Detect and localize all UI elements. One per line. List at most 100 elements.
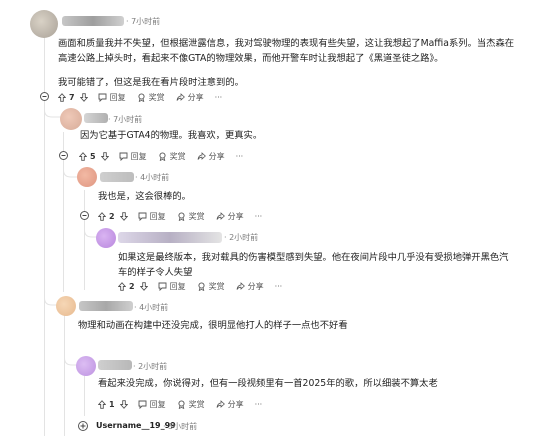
- share-icon: [176, 92, 185, 101]
- upvote-icon[interactable]: [118, 281, 126, 291]
- thread-line-level2b: [64, 312, 65, 436]
- share-label: 分享: [187, 92, 204, 102]
- comment-line: 因为它基于GTA4的物理。我喜欢，更真实。: [80, 130, 263, 141]
- more-options-button[interactable]: ···: [255, 212, 263, 221]
- upvote-icon[interactable]: [98, 399, 106, 409]
- share-label: 分享: [247, 281, 264, 291]
- username-redacted[interactable]: [79, 301, 133, 311]
- award-icon: [178, 399, 185, 409]
- share-button[interactable]: 分享: [216, 211, 244, 222]
- share-icon: [216, 399, 225, 408]
- award-label: 奖赏: [169, 151, 186, 161]
- upvote-icon[interactable]: [58, 92, 66, 102]
- upvote-icon[interactable]: [79, 151, 87, 161]
- comment-line: 我也是，这会很棒的。: [98, 191, 191, 202]
- username-redacted[interactable]: [98, 360, 132, 370]
- share-icon: [236, 281, 245, 290]
- avatar[interactable]: [77, 167, 97, 187]
- comment-line: 物理和动画在构建中还没完成，很明显他打人的样子一点也不好看: [78, 320, 348, 331]
- avatar[interactable]: [76, 356, 96, 376]
- award-button[interactable]: 奖赏: [158, 151, 186, 162]
- award-button[interactable]: 奖赏: [177, 399, 205, 410]
- expand-thread-button[interactable]: [78, 421, 88, 431]
- avatar[interactable]: [30, 10, 58, 38]
- comment-body: 物理和动画在构建中还没完成，很明显他打人的样子一点也不好看: [78, 318, 518, 333]
- username-redacted[interactable]: [100, 172, 134, 182]
- comment-actions: 2 回复 奖赏 分享 ···: [98, 209, 273, 223]
- thread-line-root: [44, 30, 45, 436]
- downvote-icon[interactable]: [119, 399, 128, 409]
- more-options-button[interactable]: ···: [215, 93, 223, 102]
- share-label: 分享: [208, 151, 225, 161]
- share-button[interactable]: 分享: [236, 281, 264, 292]
- comment-timestamp: · 3小时前: [163, 422, 198, 431]
- more-options-button[interactable]: ···: [275, 282, 283, 291]
- downvote-icon[interactable]: [79, 92, 88, 102]
- comment-line: 看起来没完成，你说得对，但有一段视频里有一首2025年的歌，所以细装不算太老: [98, 378, 438, 389]
- share-button[interactable]: 分享: [197, 151, 225, 162]
- upvote-icon[interactable]: [98, 211, 106, 221]
- comment-body: 如果这是最终版本，我对载具的伤害模型感到失望。他在夜间片段中几乎没有受损地弹开黑…: [118, 250, 518, 280]
- comment-body: 我也是，这会很棒的。: [98, 189, 518, 204]
- reply-label: 回复: [130, 151, 147, 161]
- comment-body: 看起来没完成，你说得对，但有一段视频里有一首2025年的歌，所以细装不算太老: [98, 376, 518, 391]
- award-icon: [178, 211, 185, 221]
- downvote-icon[interactable]: [119, 211, 128, 221]
- reply-button[interactable]: 回复: [138, 399, 166, 410]
- award-button[interactable]: 奖赏: [137, 92, 165, 103]
- vote-count: 5: [90, 151, 96, 161]
- comment-line: 车的样子令人失望: [118, 267, 193, 278]
- reply-icon: [158, 282, 167, 291]
- more-options-button[interactable]: ···: [236, 152, 244, 161]
- reply-icon: [119, 152, 128, 161]
- comment-body: 画面和质量我并不失望，但根据泄露信息，我对驾驶物理的表现有些失望，这让我想起了M…: [58, 36, 538, 90]
- username-redacted[interactable]: [62, 16, 124, 26]
- username-redacted[interactable]: [84, 113, 108, 123]
- comment-line: 如果这是最终版本，我对载具的伤害模型感到失望。他在夜间片段中几乎没有受损地弹开黑…: [118, 252, 509, 263]
- comment-actions: 2 回复 奖赏 分享 ···: [118, 279, 293, 293]
- vote-count: 1: [109, 399, 115, 409]
- comment-body: 因为它基于GTA4的物理。我喜欢，更真实。: [80, 128, 520, 143]
- comment-timestamp: · 7小时前: [126, 17, 161, 26]
- reply-button[interactable]: 回复: [158, 281, 186, 292]
- reply-icon: [138, 212, 147, 221]
- collapse-thread-button[interactable]: [40, 92, 49, 101]
- username-redacted[interactable]: [118, 232, 222, 243]
- share-button[interactable]: 分享: [176, 92, 204, 103]
- reply-label: 回复: [149, 399, 166, 409]
- award-icon: [138, 92, 145, 102]
- vote-count: 2: [109, 211, 115, 221]
- downvote-icon[interactable]: [100, 151, 109, 161]
- reply-label: 回复: [109, 92, 126, 102]
- reply-button[interactable]: 回复: [98, 92, 126, 103]
- comment-actions: 7 回复 奖赏 分享 ···: [58, 90, 233, 104]
- share-label: 分享: [227, 211, 244, 221]
- award-label: 奖赏: [208, 281, 225, 291]
- comment-timestamp: · 7小时前: [108, 115, 143, 124]
- reply-button[interactable]: 回复: [138, 211, 166, 222]
- collapse-thread-button[interactable]: [59, 151, 68, 160]
- comment-actions: 1 回复 奖赏 分享 ···: [98, 397, 273, 411]
- share-button[interactable]: 分享: [216, 399, 244, 410]
- downvote-icon[interactable]: [139, 281, 148, 291]
- reply-button[interactable]: 回复: [119, 151, 147, 162]
- share-icon: [197, 151, 206, 160]
- reply-icon: [98, 93, 107, 102]
- comment-actions: 5 回复 奖赏 分享 ···: [79, 149, 254, 163]
- more-options-button[interactable]: ···: [255, 400, 263, 409]
- comment-timestamp: · 4小时前: [134, 303, 169, 312]
- vote-count: 7: [69, 92, 75, 102]
- reply-label: 回复: [149, 211, 166, 221]
- avatar[interactable]: [96, 228, 116, 248]
- comment-timestamp: · 4小时前: [135, 173, 170, 182]
- collapse-thread-button[interactable]: [80, 211, 89, 220]
- comment-line: 画面和质量我并不失望，但根据泄露信息，我对驾驶物理的表现有些失望，这让我想起了M…: [58, 38, 515, 49]
- vote-count: 2: [129, 281, 135, 291]
- award-button[interactable]: 奖赏: [177, 211, 205, 222]
- award-label: 奖赏: [188, 211, 205, 221]
- avatar[interactable]: [56, 296, 76, 316]
- comment-line: 我可能错了，但这是我在看片段时注意到的。: [58, 77, 244, 88]
- award-button[interactable]: 奖赏: [197, 281, 225, 292]
- reply-label: 回复: [169, 281, 186, 291]
- avatar[interactable]: [60, 108, 82, 130]
